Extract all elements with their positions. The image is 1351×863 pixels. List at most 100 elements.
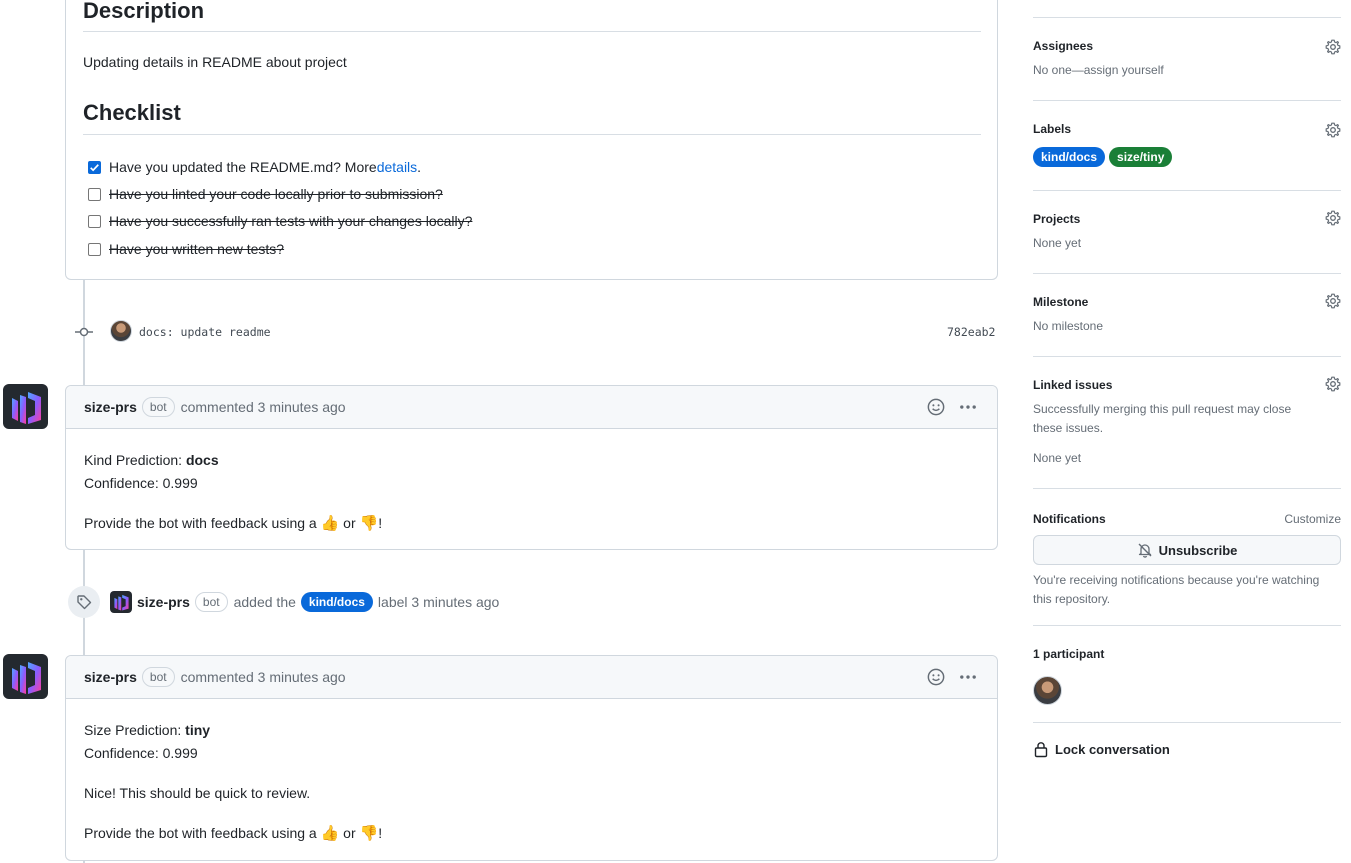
- sidebar-divider: [1033, 190, 1341, 191]
- comment-timestamp[interactable]: commented 3 minutes ago: [181, 399, 346, 415]
- customize-link[interactable]: Customize: [1284, 510, 1341, 529]
- linked-issues-title[interactable]: Linked issues: [1033, 378, 1341, 392]
- gear-icon[interactable]: [1325, 376, 1341, 392]
- gear-icon[interactable]: [1325, 293, 1341, 309]
- comment-timestamp[interactable]: commented 3 minutes ago: [181, 669, 346, 685]
- comment-author[interactable]: size-prs: [84, 399, 137, 415]
- bot-badge: bot: [194, 592, 228, 612]
- comment-header: size-prs bot commented 3 minutes ago: [66, 656, 997, 699]
- check-icon: [90, 163, 99, 171]
- label-size-tiny[interactable]: size/tiny: [1109, 147, 1173, 167]
- labels-title[interactable]: Labels: [1033, 122, 1341, 136]
- comment-author[interactable]: size-prs: [84, 669, 137, 685]
- gear-icon[interactable]: [1325, 39, 1341, 55]
- sidebar-milestone: Milestone No milestone: [1033, 293, 1341, 340]
- assignees-title[interactable]: Assignees: [1033, 39, 1341, 53]
- bot-avatar[interactable]: [3, 384, 48, 429]
- linked-issues-description: Successfully merging this pull request m…: [1033, 402, 1292, 435]
- commit-sha[interactable]: 782eab2: [947, 325, 995, 339]
- checklist-rule: [83, 134, 981, 135]
- description-heading: Description: [83, 0, 205, 23]
- label-added-event: size-prs bot added the kind/docs label 3…: [68, 586, 499, 618]
- task-item: Have you successfully ran tests with you…: [88, 211, 472, 231]
- thumbs-down-icon: 👎: [359, 515, 379, 532]
- assignees-value[interactable]: No one—assign yourself: [1033, 61, 1341, 80]
- task-item: Have you updated the README.md? More det…: [88, 157, 421, 177]
- bot-badge: bot: [141, 667, 175, 687]
- description-text: Updating details in README about project: [83, 54, 347, 70]
- projects-title[interactable]: Projects: [1033, 212, 1341, 226]
- size-prs-logo-icon: [12, 662, 41, 694]
- smiley-icon[interactable]: [927, 668, 945, 686]
- size-prs-logo-icon: [12, 392, 41, 424]
- task-checkbox[interactable]: [88, 160, 101, 174]
- task-label-suffix: .: [417, 159, 422, 175]
- heading-rule: [83, 31, 981, 32]
- comment-header: size-prs bot commented 3 minutes ago: [66, 386, 997, 429]
- lock-conversation-button[interactable]: Lock conversation: [1033, 741, 1170, 758]
- commit-message[interactable]: docs: update readme: [139, 325, 271, 339]
- tag-badge: [68, 586, 100, 618]
- comment-card: size-prs bot commented 3 minutes ago Siz…: [65, 655, 998, 861]
- task-checkbox[interactable]: [88, 187, 101, 201]
- comment-body: Size Prediction: tiny Confidence: 0.999 …: [66, 699, 997, 845]
- sidebar-linked-issues: Linked issues Successfully merging this …: [1033, 376, 1341, 473]
- thumbs-down-icon: 👎: [359, 825, 379, 842]
- label-kind-docs[interactable]: kind/docs: [300, 592, 373, 612]
- task-item: Have you linted your code locally prior …: [88, 184, 443, 204]
- bell-slash-icon: [1138, 543, 1152, 558]
- sidebar-divider: [1033, 17, 1341, 18]
- notifications-title: Notifications: [1033, 512, 1106, 526]
- unsubscribe-button[interactable]: Unsubscribe: [1033, 535, 1341, 565]
- task-label: Have you updated the README.md? More: [109, 159, 377, 175]
- git-commit-icon: [75, 327, 93, 337]
- event-author[interactable]: size-prs: [137, 594, 190, 610]
- sidebar-notifications: Notifications Customize: [1033, 510, 1341, 530]
- smiley-icon[interactable]: [927, 398, 945, 416]
- comment-card: size-prs bot commented 3 minutes ago Kin…: [65, 385, 998, 550]
- comment-body: Kind Prediction: docs Confidence: 0.999 …: [66, 429, 997, 535]
- thumbs-up-icon: 👍: [320, 825, 340, 842]
- sidebar-assignees: Assignees No one—assign yourself: [1033, 39, 1341, 89]
- task-checkbox[interactable]: [88, 214, 101, 228]
- bot-avatar[interactable]: [3, 654, 48, 699]
- projects-value: None yet: [1033, 236, 1082, 250]
- details-link[interactable]: details: [377, 159, 417, 175]
- gear-icon[interactable]: [1325, 210, 1341, 226]
- comment-note: Nice! This should be quick to review.: [84, 785, 311, 801]
- kebab-horizontal-icon[interactable]: [959, 398, 977, 416]
- sidebar-projects: Projects None yet: [1033, 210, 1341, 257]
- lock-label: Lock conversation: [1055, 742, 1170, 757]
- feedback-or: or: [339, 825, 360, 841]
- kebab-horizontal-icon[interactable]: [959, 668, 977, 686]
- sidebar-divider: [1033, 722, 1341, 723]
- sidebar-divider: [1033, 625, 1341, 626]
- event-timestamp[interactable]: label 3 minutes ago: [378, 594, 499, 610]
- gear-icon[interactable]: [1325, 122, 1341, 138]
- lock-icon: [1034, 742, 1048, 758]
- feedback-suffix: !: [378, 515, 383, 531]
- notifications-note: You're receiving notifications because y…: [1033, 573, 1320, 606]
- label-kind-docs[interactable]: kind/docs: [1033, 147, 1106, 167]
- bot-badge: bot: [141, 397, 175, 417]
- feedback-text: Provide the bot with feedback using a: [84, 825, 321, 841]
- feedback-text: Provide the bot with feedback using a: [84, 515, 321, 531]
- unsubscribe-label: Unsubscribe: [1158, 542, 1238, 558]
- confidence-text: Confidence: 0.999: [84, 745, 198, 761]
- checklist-heading: Checklist: [83, 100, 181, 125]
- sidebar-divider: [1033, 488, 1341, 489]
- task-label: Have you written new tests?: [109, 241, 285, 257]
- participant-avatar[interactable]: [1033, 676, 1062, 705]
- feedback-or: or: [339, 515, 360, 531]
- tag-icon: [77, 595, 92, 610]
- milestone-title[interactable]: Milestone: [1033, 295, 1341, 309]
- task-item: Have you written new tests?: [88, 239, 284, 259]
- bot-avatar-small[interactable]: [110, 591, 132, 613]
- commit-author-avatar[interactable]: [110, 320, 132, 342]
- milestone-value: No milestone: [1033, 319, 1104, 333]
- task-label: Have you linted your code locally prior …: [109, 186, 443, 202]
- sidebar-divider: [1033, 356, 1341, 357]
- task-checkbox[interactable]: [88, 242, 101, 256]
- prediction-value: docs: [185, 452, 219, 468]
- confidence-text: Confidence: 0.999: [84, 475, 198, 491]
